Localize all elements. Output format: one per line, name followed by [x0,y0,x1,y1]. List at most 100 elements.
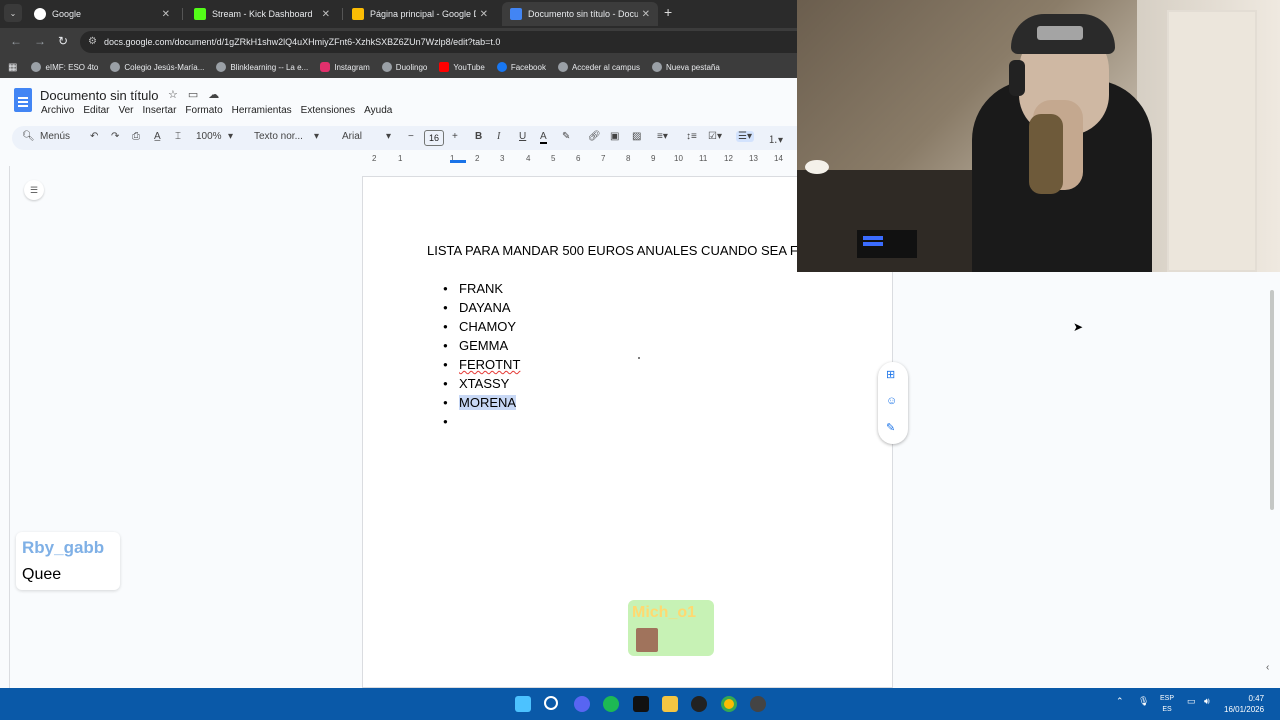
line-spacing-icon[interactable]: ↕≡ [686,131,697,142]
link-icon[interactable]: 🔗︎ [588,131,601,142]
checklist-icon[interactable]: ☑▾ [708,131,722,142]
redo-icon[interactable]: ↷ [111,131,119,142]
volume-icon[interactable]: 🔊︎ [1204,696,1210,707]
paint-format-icon[interactable]: ⌶ [175,131,181,142]
bold-button[interactable]: B [475,131,482,142]
bookmark-item[interactable]: Instagram [320,62,370,72]
docs-logo-icon[interactable] [14,88,32,112]
chevron-down-icon[interactable]: ▾ [314,131,319,142]
windows-start-icon[interactable] [515,696,531,712]
bookmark-item[interactable]: Duolingo [381,62,427,72]
list-item-empty[interactable] [443,412,520,431]
forward-icon[interactable]: → [34,34,46,48]
list-item[interactable]: FRANK [443,279,520,298]
bulleted-list-icon[interactable]: ☰▾ [736,131,754,142]
menu-ayuda[interactable]: Ayuda [364,105,392,116]
insert-image-icon[interactable]: ▨ [632,131,641,142]
zoom-select[interactable]: 100% [196,131,222,142]
list-item[interactable]: XTASSY [443,374,520,393]
tab-google-drive[interactable]: Página principal - Google Drive ✕ [344,2,496,26]
tab-search-button[interactable]: ⌄ [4,4,22,22]
menu-editar[interactable]: Editar [83,105,109,116]
emoji-reaction-icon[interactable]: ☺ [886,395,897,407]
steam-icon[interactable] [750,696,766,712]
suggest-edit-icon[interactable]: ✎ [886,421,895,434]
list-item[interactable]: FEROTNT [443,355,520,374]
system-clock[interactable]: 0:47 16/01/2026 [1224,693,1264,715]
bookmark-item[interactable]: YouTube [439,62,485,72]
add-comment-icon[interactable]: ⊞ [886,368,895,381]
bookmark-item[interactable]: Acceder al campus [557,62,640,72]
chevron-up-icon[interactable]: ⌃ [1116,696,1124,707]
search-menus-icon[interactable]: 🔍︎ [22,131,35,142]
close-tab-icon[interactable]: ✕ [480,9,488,20]
numbered-list-icon[interactable]: ⒈▾ [768,131,783,146]
bookmark-item[interactable]: Nueva pestaña [651,62,720,72]
back-icon[interactable]: ← [10,34,22,48]
spellcheck-icon[interactable]: A̲ [154,131,161,142]
chevron-down-icon[interactable]: ▾ [386,131,391,142]
list-item[interactable]: MORENA [443,393,520,412]
add-comment-icon[interactable]: ▣ [610,131,619,142]
file-explorer-icon[interactable] [662,696,678,712]
reload-icon[interactable]: ↻ [58,34,68,48]
tab-documento[interactable]: Documento sin título - Docum ✕ [502,2,658,26]
webcam-lamp [805,160,829,174]
increase-font-size-button[interactable]: + [452,131,458,142]
list-item[interactable]: CHAMOY [443,317,520,336]
scrollbar[interactable] [1270,290,1274,510]
menu-insertar[interactable]: Insertar [143,105,177,116]
menu-extensiones[interactable]: Extensiones [301,105,355,116]
bulleted-list[interactable]: FRANK DAYANA CHAMOY GEMMA FEROTNT XTASSY… [443,279,520,431]
document-title[interactable]: Documento sin título [40,88,159,103]
bookmark-item[interactable]: Facebook [496,62,546,72]
menu-ver[interactable]: Ver [118,105,133,116]
document-outline-icon[interactable]: ☰ [24,180,44,200]
style-select[interactable]: Texto nor... [254,131,303,142]
align-icon[interactable]: ≡▾ [657,131,668,142]
font-size-input[interactable]: 16 [424,130,444,146]
italic-button[interactable]: I [497,131,500,142]
document-heading[interactable]: LISTA PARA MANDAR 500 EUROS ANUALES CUAN… [427,241,857,260]
cloud-status-icon[interactable]: ☁ [208,88,219,101]
menu-archivo[interactable]: Archivo [41,105,74,116]
decrease-font-size-button[interactable]: − [408,131,414,142]
list-item[interactable]: DAYANA [443,298,520,317]
microphone-icon[interactable]: 🎙︎ [1138,696,1149,707]
chrome-icon[interactable] [721,696,737,712]
menu-herramientas[interactable]: Herramientas [232,105,292,116]
apps-icon[interactable]: ▦ [8,62,17,73]
star-icon[interactable]: ☆ [168,88,178,101]
bookmark-item[interactable]: Blinklearning -- La e... [216,62,308,72]
bookmark-item[interactable]: Colegio Jesús-María... [110,62,204,72]
print-icon[interactable]: ⎙ [132,131,140,142]
close-tab-icon[interactable]: ✕ [162,9,170,20]
discord-icon[interactable] [574,696,590,712]
chevron-left-icon[interactable]: ‹ [1266,662,1269,673]
move-folder-icon[interactable]: ▭ [188,88,198,101]
indent-marker[interactable] [450,160,466,163]
bookmark-item[interactable]: eIMF: ESO 4to [31,62,98,72]
input-language[interactable]: ESP ES [1160,693,1174,715]
search-icon[interactable] [544,696,558,710]
network-icon[interactable]: ▭ [1187,696,1196,707]
chevron-down-icon[interactable]: ▾ [228,131,233,142]
menu-formato[interactable]: Formato [185,105,222,116]
text-color-button[interactable]: A [540,131,547,144]
obs-icon[interactable] [691,696,707,712]
undo-icon[interactable]: ↶ [90,131,98,142]
site-info-icon[interactable]: ⚙ [88,36,97,47]
kick-app-icon[interactable] [633,696,649,712]
close-tab-icon[interactable]: ✕ [322,9,330,20]
underline-button[interactable]: U [519,131,526,142]
font-select[interactable]: Arial [342,131,362,142]
vertical-ruler [0,166,10,688]
close-tab-icon[interactable]: ✕ [642,9,650,20]
spotify-icon[interactable] [603,696,619,712]
tab-kick-dashboard[interactable]: Stream - Kick Dashboard ✕ [186,2,338,26]
tab-google[interactable]: Google ✕ [26,2,178,26]
highlight-icon[interactable]: ✎ [562,131,570,142]
list-item[interactable]: GEMMA [443,336,520,355]
new-tab-button[interactable]: + [664,4,672,20]
search-menus-label[interactable]: Menús [40,131,70,142]
